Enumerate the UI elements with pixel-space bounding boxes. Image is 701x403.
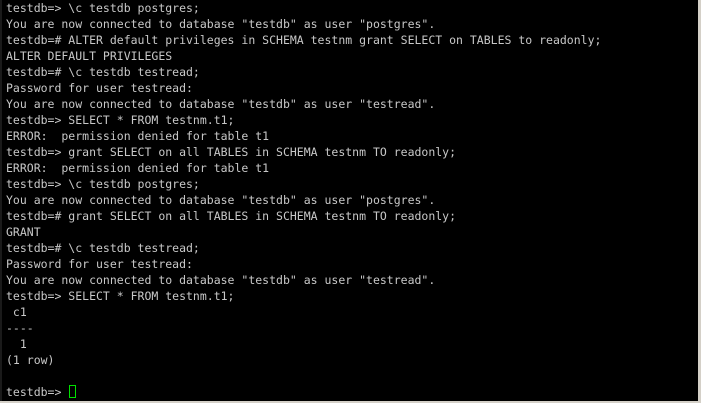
terminal-line: ---- <box>6 321 34 335</box>
terminal-output: testdb=> \c testdb postgres; You are now… <box>6 0 601 400</box>
terminal-prompt-line[interactable]: testdb=> <box>6 384 601 400</box>
terminal-line: You are now connected to database "testd… <box>6 193 436 207</box>
terminal-left-border <box>0 0 2 401</box>
terminal-line: testdb=# grant SELECT on all TABLES in S… <box>6 209 457 223</box>
terminal-line: (1 row) <box>6 353 55 367</box>
terminal-line: ERROR: permission denied for table t1 <box>6 129 270 143</box>
terminal-line: testdb=> SELECT * FROM testnm.t1; <box>6 289 235 303</box>
terminal-line: Password for user testread: <box>6 257 193 271</box>
terminal-line: Password for user testread: <box>6 81 193 95</box>
terminal-line: testdb=# ALTER default privileges in SCH… <box>6 33 602 47</box>
terminal-cursor <box>69 385 77 398</box>
terminal-window[interactable]: testdb=> \c testdb postgres; You are now… <box>0 0 698 401</box>
terminal-line: testdb=> grant SELECT on all TABLES in S… <box>6 145 457 159</box>
terminal-line: You are now connected to database "testd… <box>6 17 436 31</box>
terminal-line: testdb=# \c testdb testread; <box>6 65 200 79</box>
terminal-line: GRANT <box>6 225 41 239</box>
terminal-line: You are now connected to database "testd… <box>6 97 436 111</box>
terminal-line: 1 <box>6 337 27 351</box>
terminal-line: testdb=# \c testdb testread; <box>6 241 200 255</box>
terminal-line: You are now connected to database "testd… <box>6 273 436 287</box>
terminal-line: ERROR: permission denied for table t1 <box>6 161 270 175</box>
terminal-line: ALTER DEFAULT PRIVILEGES <box>6 49 173 63</box>
terminal-line: testdb=> SELECT * FROM testnm.t1; <box>6 113 235 127</box>
terminal-line: testdb=> \c testdb postgres; <box>6 177 200 191</box>
terminal-line: c1 <box>6 305 27 319</box>
terminal-prompt: testdb=> <box>6 385 69 399</box>
terminal-line: testdb=> \c testdb postgres; <box>6 1 200 15</box>
